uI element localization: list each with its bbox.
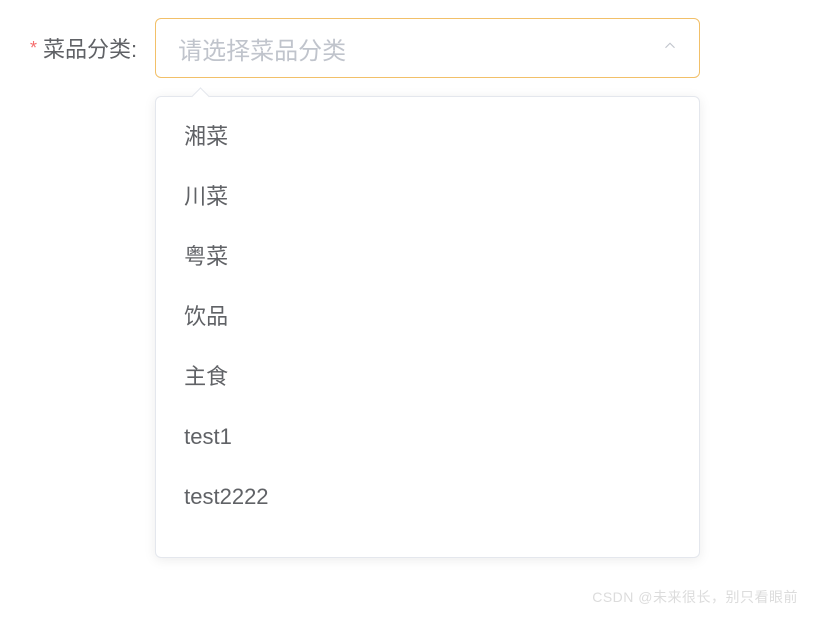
watermark: CSDN @未来很长，别只看眼前 <box>592 587 798 607</box>
dropdown-option[interactable]: 湘菜 <box>156 107 699 167</box>
select-placeholder: 请选择菜品分类 <box>178 31 677 66</box>
dropdown-option[interactable]: 饮品 <box>156 287 699 347</box>
field-label: 菜品分类: <box>43 32 137 64</box>
chevron-up-icon <box>661 37 679 60</box>
dropdown-panel: 湘菜 川菜 粤菜 饮品 主食 test1 test2222 <box>155 96 700 558</box>
dropdown-option[interactable]: test2222 <box>156 467 699 527</box>
select-wrapper: 请选择菜品分类 湘菜 川菜 粤菜 饮品 主食 test1 test2222 <box>155 18 700 78</box>
dropdown-option[interactable]: 主食 <box>156 347 699 407</box>
dropdown-option[interactable]: 川菜 <box>156 167 699 227</box>
dropdown-option[interactable]: test1 <box>156 407 699 467</box>
category-select[interactable]: 请选择菜品分类 <box>155 18 700 78</box>
required-mark: * <box>30 38 37 59</box>
dropdown-option[interactable]: 粤菜 <box>156 227 699 287</box>
label-wrap: * 菜品分类: <box>30 18 155 78</box>
form-row: * 菜品分类: 请选择菜品分类 湘菜 川菜 粤菜 饮品 主食 test1 tes… <box>0 0 816 78</box>
